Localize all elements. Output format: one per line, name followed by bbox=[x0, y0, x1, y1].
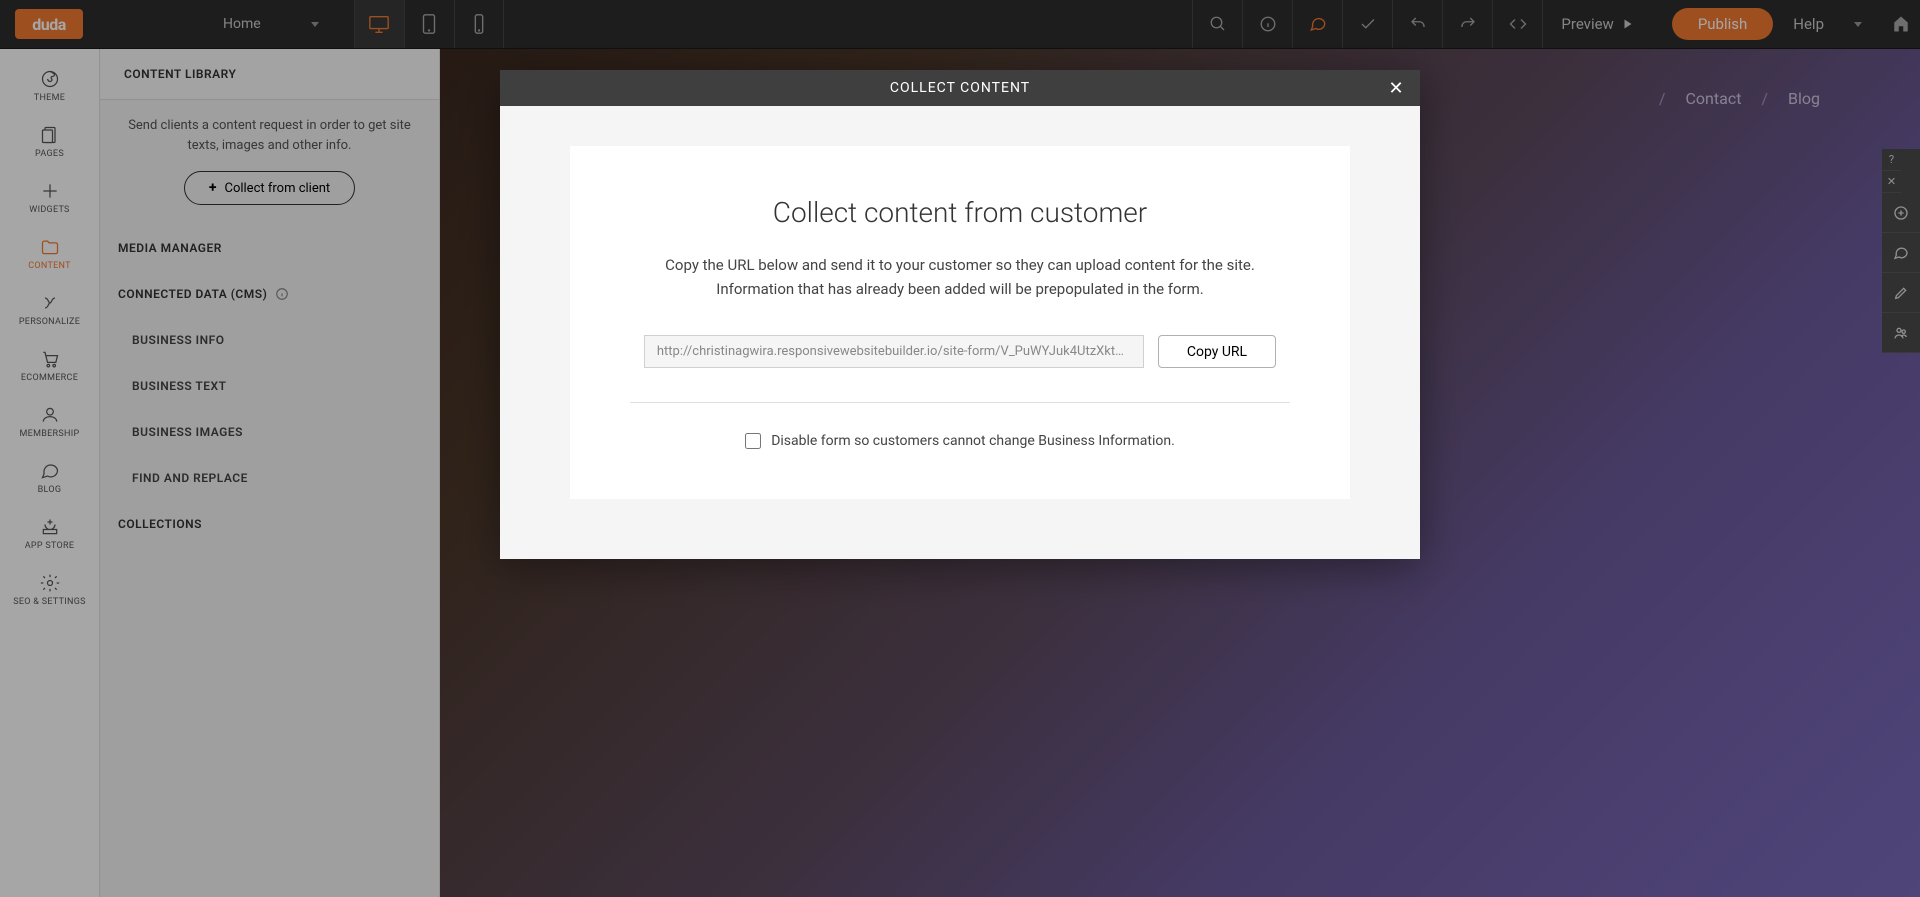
modal-header-title: COLLECT CONTENT bbox=[890, 80, 1030, 96]
disable-form-checkbox[interactable] bbox=[745, 433, 761, 449]
modal-title: Collect content from customer bbox=[630, 196, 1290, 229]
copy-url-button[interactable]: Copy URL bbox=[1158, 335, 1276, 368]
disable-form-checkbox-row[interactable]: Disable form so customers cannot change … bbox=[630, 433, 1290, 449]
disable-form-label: Disable form so customers cannot change … bbox=[771, 433, 1175, 449]
modal-desc: Copy the URL below and send it to your c… bbox=[660, 253, 1260, 301]
url-input[interactable]: http://christinagwira.responsivewebsiteb… bbox=[644, 335, 1144, 368]
collect-content-modal: COLLECT CONTENT ✕ Collect content from c… bbox=[500, 70, 1420, 559]
divider bbox=[630, 402, 1290, 403]
url-row: http://christinagwira.responsivewebsiteb… bbox=[630, 335, 1290, 368]
modal-overlay: COLLECT CONTENT ✕ Collect content from c… bbox=[0, 0, 1920, 897]
modal-card: Collect content from customer Copy the U… bbox=[570, 146, 1350, 499]
modal-close-button[interactable]: ✕ bbox=[1384, 76, 1408, 100]
modal-header: COLLECT CONTENT ✕ bbox=[500, 70, 1420, 106]
modal-body: Collect content from customer Copy the U… bbox=[500, 106, 1420, 559]
